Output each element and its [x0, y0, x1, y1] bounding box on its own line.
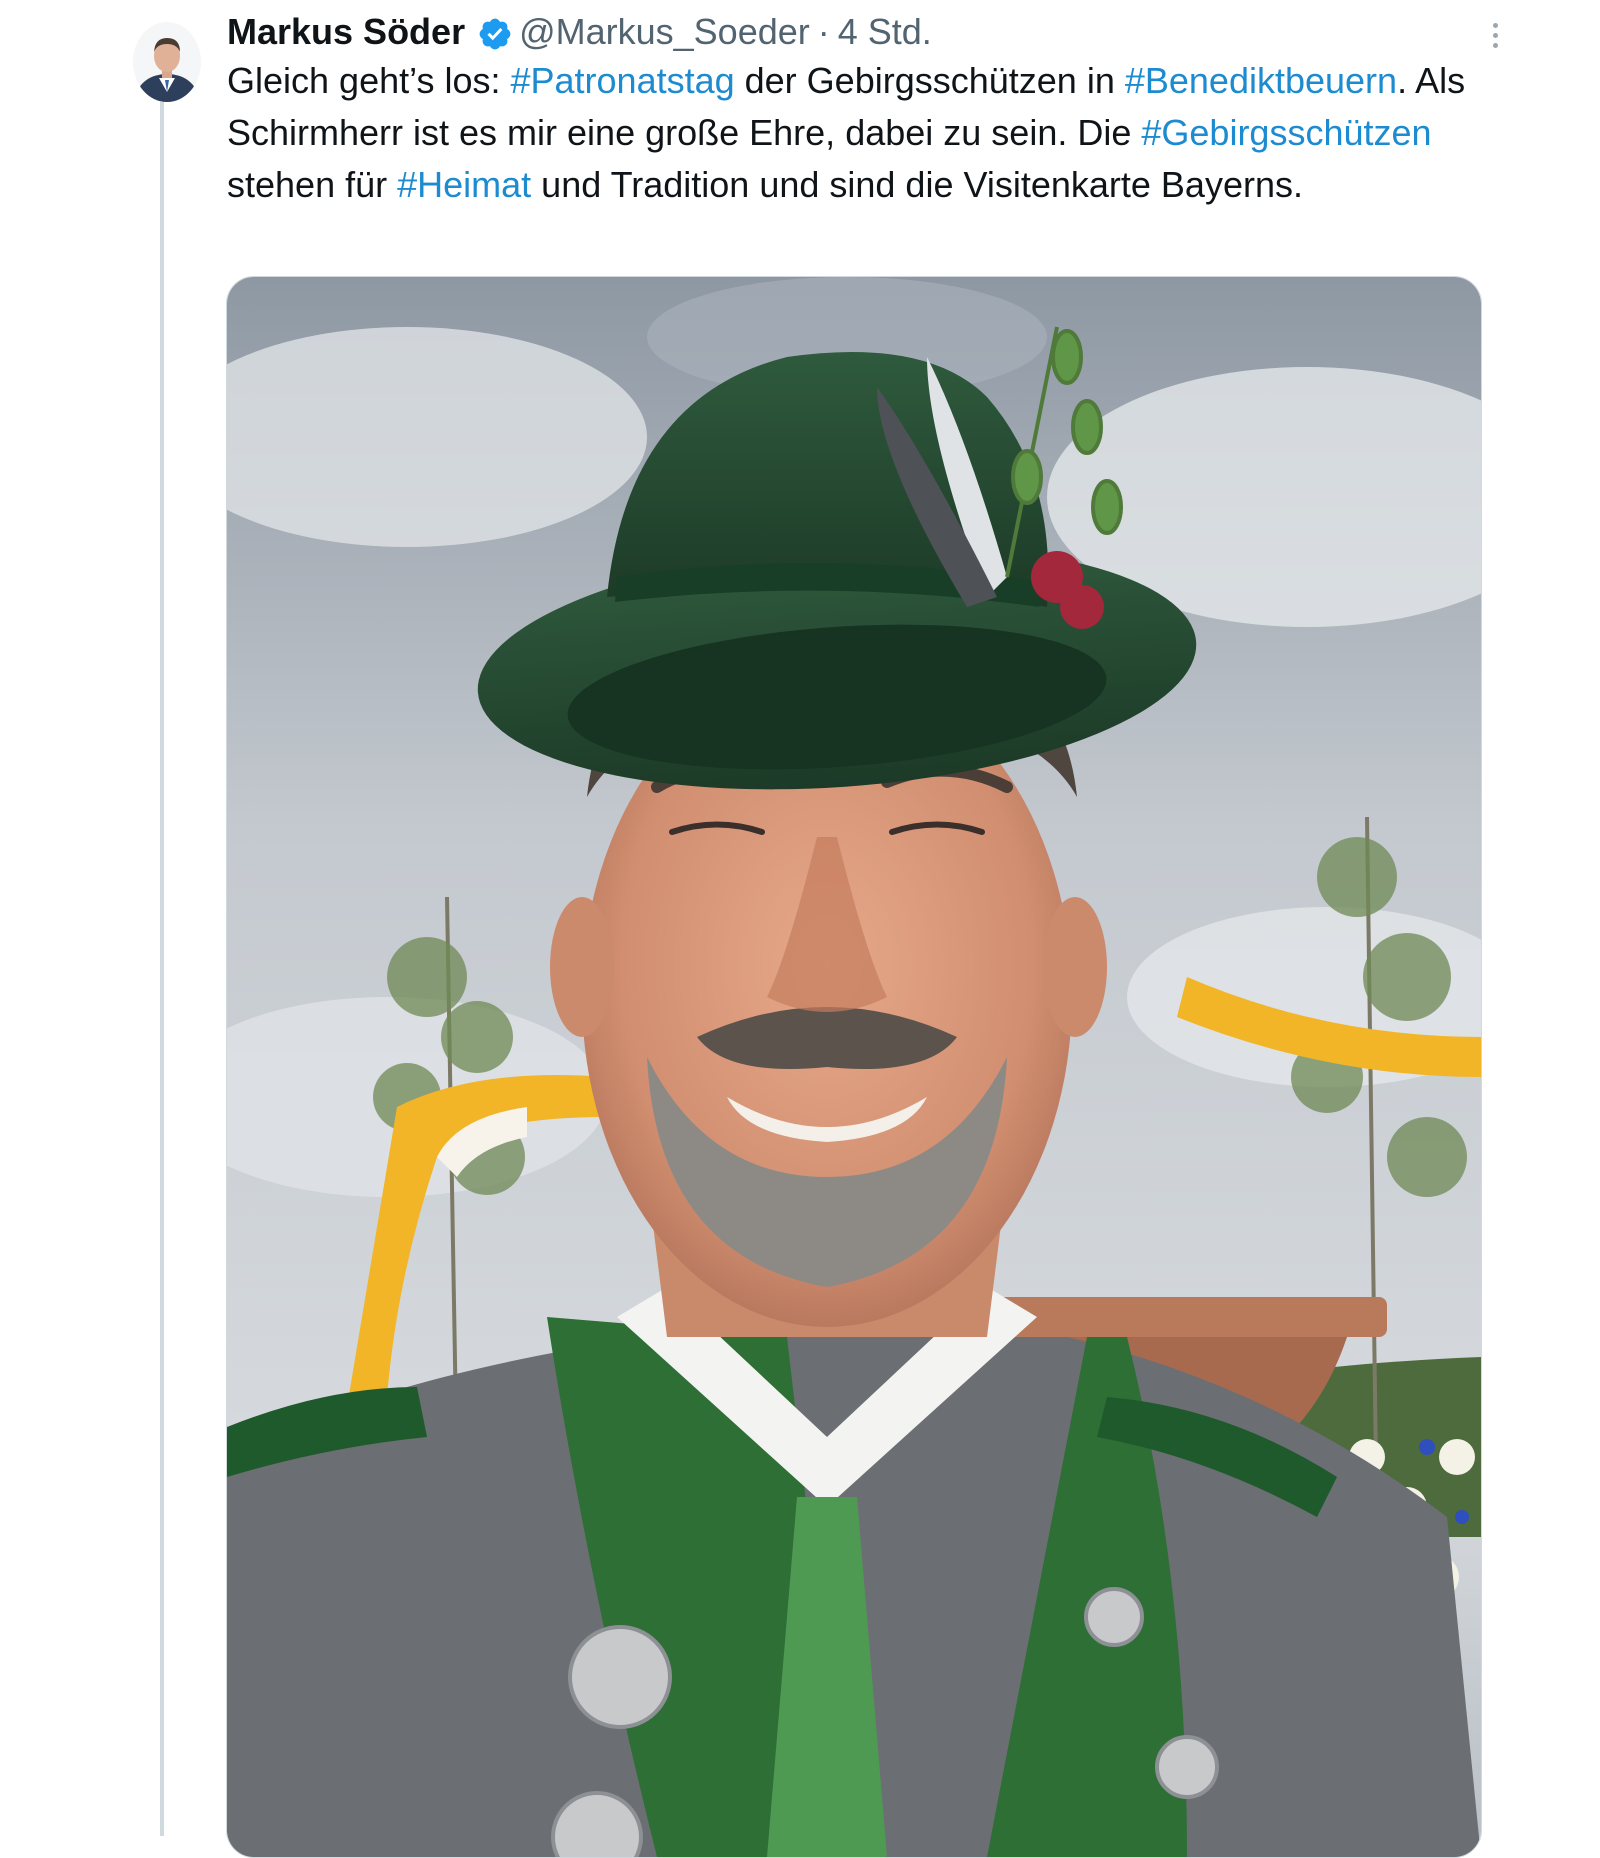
hashtag-link[interactable]: #Patronatstag	[510, 60, 734, 101]
hashtag-link[interactable]: #Gebirgsschützen	[1141, 112, 1431, 153]
author-handle[interactable]: @Markus_Soeder	[519, 6, 810, 58]
tweet-text-segment: und Tradition und sind die Visitenkarte …	[531, 164, 1303, 205]
tweet: Markus Söder @Markus_Soeder · 4 Std. Gle…	[0, 0, 1600, 1858]
verified-badge-icon[interactable]	[477, 14, 513, 50]
avatar-image	[133, 22, 201, 102]
avatar[interactable]	[133, 22, 201, 102]
hashtag-link[interactable]: #Heimat	[397, 164, 531, 205]
tweet-photo[interactable]	[226, 276, 1482, 1858]
more-options-icon	[1492, 22, 1498, 28]
separator-dot: ·	[817, 11, 830, 52]
photo-illustration	[227, 277, 1481, 1857]
display-name[interactable]: Markus Söder	[227, 6, 465, 58]
more-options-icon	[1492, 42, 1498, 48]
hashtag-link[interactable]: #Benediktbeuern	[1125, 60, 1397, 101]
more-options-icon	[1492, 32, 1498, 38]
tweet-text-segment: der Gebirgsschützen in	[734, 60, 1125, 101]
tweet-text-segment: stehen für	[227, 164, 398, 205]
timestamp[interactable]: 4 Std.	[838, 6, 932, 58]
more-options-button[interactable]	[1476, 12, 1514, 58]
tweet-text: Gleich geht’s los: #Patronatstag der Geb…	[227, 55, 1527, 211]
tweet-header: Markus Söder @Markus_Soeder · 4 Std.	[227, 6, 932, 58]
tweet-text-segment: Gleich geht’s los:	[227, 60, 511, 101]
thread-line	[160, 102, 164, 1836]
